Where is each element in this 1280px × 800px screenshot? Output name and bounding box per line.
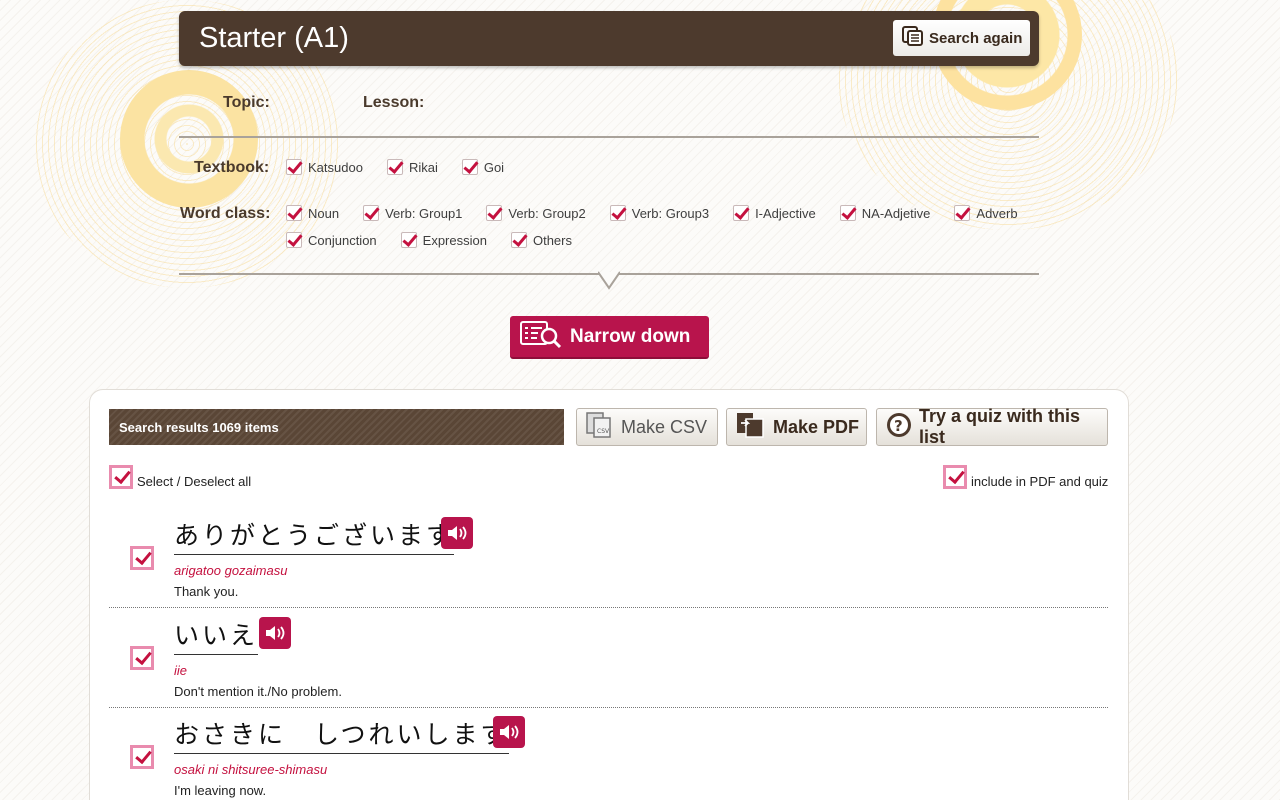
japanese-word: いいえ	[174, 616, 259, 655]
svg-text:CSV: CSV	[597, 428, 610, 435]
list-item: おさきに しつれいします osaki ni shitsuree-shimasu …	[109, 707, 1108, 800]
lesson-label: Lesson:	[363, 94, 425, 111]
word-class-verb-group2[interactable]: Verb: Group2	[486, 205, 586, 221]
checkbox[interactable]	[286, 159, 302, 175]
quiz-label: Try a quiz with this list	[919, 406, 1081, 447]
svg-text:?: ?	[894, 417, 903, 435]
textbook-options: Katsudoo Rikai Goi	[286, 159, 528, 175]
checkbox[interactable]	[733, 205, 750, 221]
include-checkbox[interactable]	[943, 465, 967, 489]
quiz-button[interactable]: ? Try a quiz with this list	[876, 406, 1108, 447]
search-again-label: Search again	[929, 29, 1023, 47]
make-pdf-button[interactable]: Make PDF	[726, 408, 867, 446]
textbook-label: Textbook:	[194, 159, 270, 176]
speaker-icon[interactable]	[441, 517, 473, 549]
japanese-word: おさきに しつれいします	[174, 715, 509, 754]
word-class-options-row1: Noun Verb: Group1 Verb: Group2 Verb: Gro…	[286, 205, 1042, 221]
word-class-i-adjective[interactable]: I-Adjective	[733, 205, 816, 221]
romaji: iie	[174, 663, 188, 678]
word-class-adverb[interactable]: Adverb	[954, 205, 1018, 221]
word-class-options-row2: Conjunction Expression Others	[286, 232, 596, 248]
word-class-conjunction[interactable]: Conjunction	[286, 232, 377, 248]
page-title: Starter (A1)	[199, 22, 349, 54]
textbook-option-goi[interactable]: Goi	[461, 159, 504, 175]
speaker-icon[interactable]	[493, 716, 525, 748]
word-class-noun[interactable]: Noun	[286, 205, 339, 221]
make-pdf-label: Make PDF	[773, 416, 860, 437]
checkbox[interactable]	[954, 205, 971, 221]
meaning: I'm leaving now.	[174, 783, 267, 798]
romaji: osaki ni shitsuree-shimasu	[174, 762, 328, 777]
japanese-word: ありがとうございます	[174, 516, 455, 555]
word-class-label: Word class:	[180, 205, 271, 222]
make-csv-button[interactable]: CSV Make CSV	[576, 408, 718, 446]
narrow-down-button[interactable]: Narrow down	[510, 316, 709, 359]
word-class-expression[interactable]: Expression	[400, 232, 487, 248]
narrow-down-label: Narrow down	[570, 325, 691, 347]
results-count: Search results 1069 items	[109, 409, 564, 445]
meaning: Don't mention it./No problem.	[174, 684, 342, 699]
topic-label: Topic:	[223, 94, 270, 111]
checkbox[interactable]	[363, 205, 380, 221]
checkbox[interactable]	[461, 159, 478, 175]
list-item: ありがとうございます arigatoo gozaimasu Thank you.	[109, 508, 1108, 608]
checkbox[interactable]	[286, 232, 302, 248]
divider	[179, 136, 1039, 138]
select-all-label: Select / Deselect all	[137, 474, 252, 489]
word-class-verb-group3[interactable]: Verb: Group3	[609, 205, 709, 221]
checkbox[interactable]	[510, 232, 527, 248]
item-checkbox[interactable]	[130, 745, 154, 769]
make-csv-label: Make CSV	[621, 416, 708, 437]
checkbox[interactable]	[609, 205, 626, 221]
pdf-file-icon	[735, 411, 767, 444]
decorative-ring-left	[120, 70, 258, 208]
select-all-checkbox[interactable]	[109, 465, 133, 489]
search-again-button[interactable]: Search again	[893, 20, 1030, 56]
checkbox[interactable]	[400, 232, 417, 248]
word-class-verb-group1[interactable]: Verb: Group1	[363, 205, 462, 221]
textbook-option-katsudoo[interactable]: Katsudoo	[286, 159, 363, 175]
item-checkbox[interactable]	[130, 546, 154, 570]
romaji: arigatoo gozaimasu	[174, 563, 288, 578]
checkbox[interactable]	[386, 159, 403, 175]
list-item: いいえ iie Don't mention it./No problem.	[109, 608, 1108, 708]
include-label: include in PDF and quiz	[971, 474, 1109, 489]
checkbox[interactable]	[486, 205, 503, 221]
copy-icon	[901, 25, 925, 51]
checkbox[interactable]	[286, 205, 302, 221]
question-circle-icon: ?	[885, 411, 913, 444]
level-header: Starter (A1) Search again	[179, 11, 1039, 66]
speaker-icon[interactable]	[259, 617, 291, 649]
word-class-na-adjective[interactable]: NA-Adjetive	[839, 205, 930, 221]
meaning: Thank you.	[174, 584, 239, 599]
item-checkbox[interactable]	[130, 646, 154, 670]
csv-file-icon: CSV	[585, 411, 615, 444]
down-notch-icon	[598, 271, 620, 290]
checkbox[interactable]	[839, 205, 856, 221]
textbook-option-rikai[interactable]: Rikai	[386, 159, 438, 175]
list-search-icon	[520, 319, 564, 355]
word-class-others[interactable]: Others	[510, 232, 572, 248]
